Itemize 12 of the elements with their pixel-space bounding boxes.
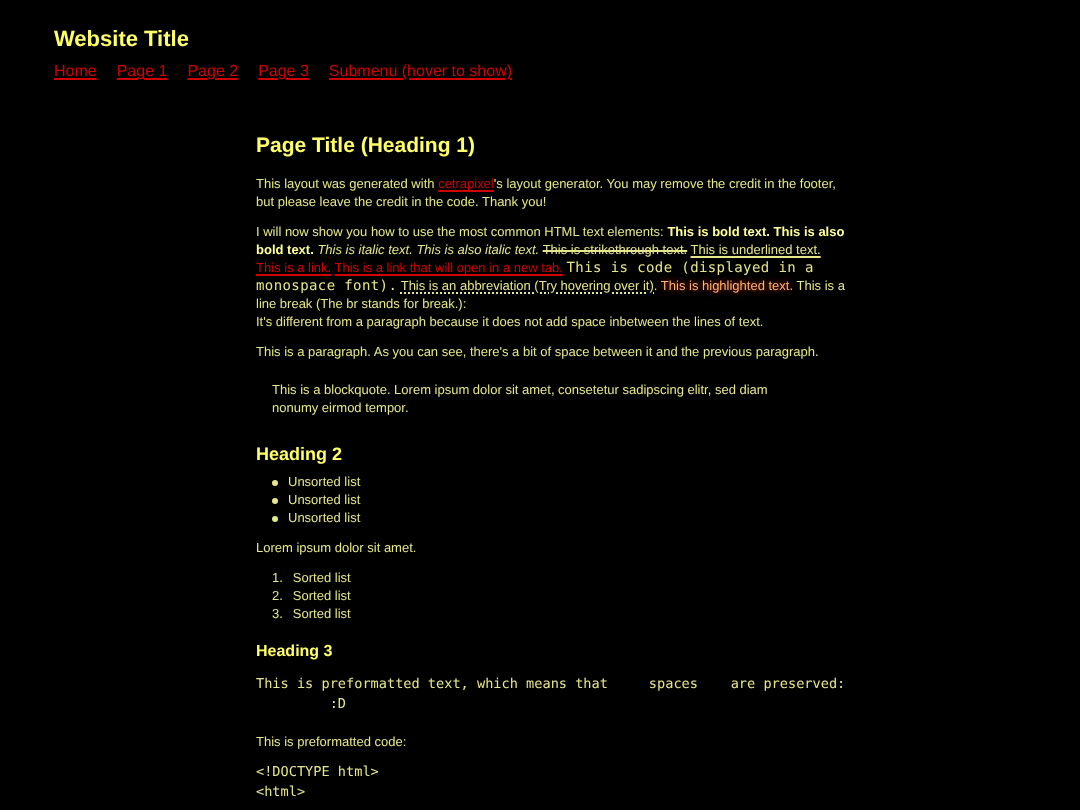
bullet-icon xyxy=(272,498,278,504)
heading: Heading 3 xyxy=(256,640,335,662)
nav-link[interactable]: Page 3 xyxy=(258,60,309,82)
nav-link[interactable]: Submenu (hover to show) xyxy=(328,60,513,82)
heading: Page Title (Heading 1) xyxy=(256,134,477,160)
bullet-icon xyxy=(272,516,278,522)
nav-link[interactable]: Page 1 xyxy=(116,60,168,82)
website-title: Website Title xyxy=(54,26,191,56)
nav-link[interactable]: Page 2 xyxy=(187,60,239,82)
nav-link[interactable]: Home xyxy=(54,60,97,82)
heading: Heading 2 xyxy=(256,442,345,466)
bullet-icon xyxy=(272,480,278,486)
